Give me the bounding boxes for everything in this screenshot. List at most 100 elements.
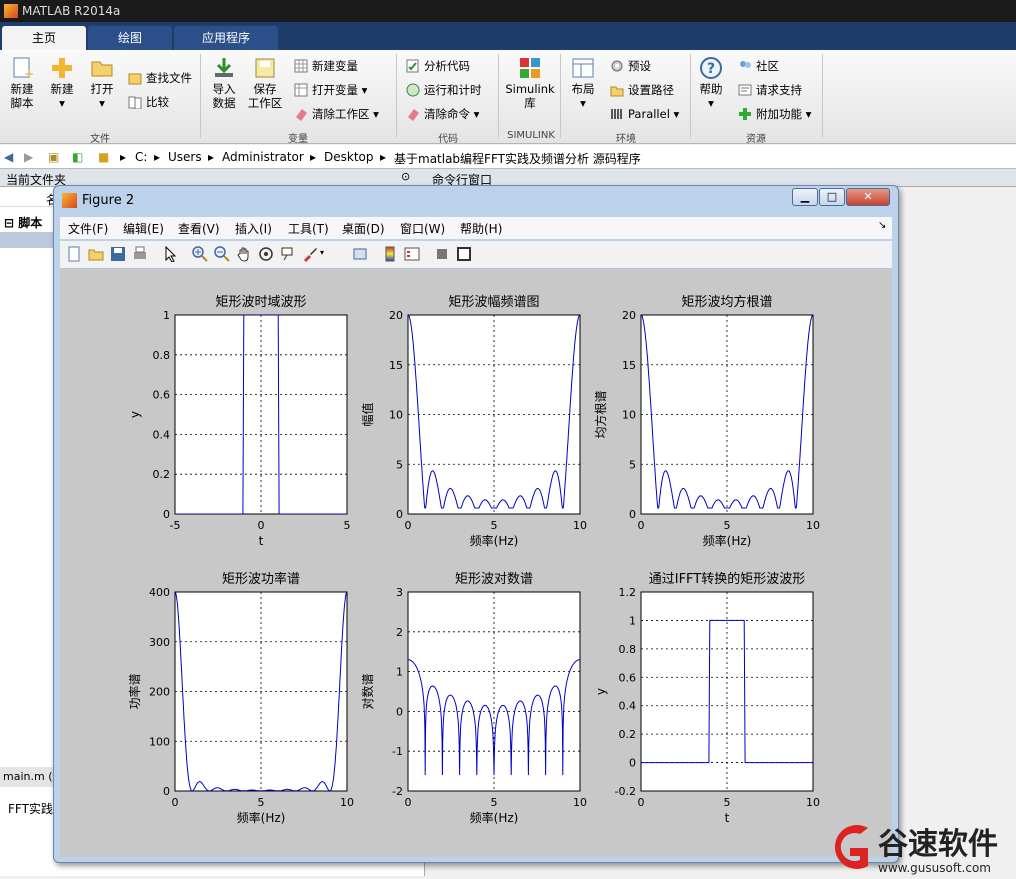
add-ons-label: 附加功能 [756,107,802,121]
subplot-title: 矩形波幅频谱图 [448,295,539,310]
open-label: 打开 [90,82,114,96]
menu-help[interactable]: 帮助(H) [460,220,502,237]
panel-menu-icon[interactable]: ⊙ [401,170,410,183]
close-button[interactable]: ✕ [846,188,890,206]
open-variable-label: 打开变量 [312,83,358,97]
browse-icon[interactable]: ◧ [72,150,83,164]
import-data-button[interactable]: 导入 数据 [206,56,242,110]
parallel-button[interactable]: Parallel ▾ [610,106,679,122]
forward-arrow-icon[interactable]: ▶ [24,150,33,164]
zoom-out-icon[interactable] [214,246,230,262]
y-tick-label: 3 [396,586,403,599]
gususoft-logo-icon: 谷速软件 www.gususoft.com [834,825,998,875]
subplot-title: 通过IFFT转换的矩形波波形 [649,571,806,587]
layout-button[interactable]: 布局 ▾ [566,56,600,110]
ribbon: + 新建 脚本 新建 ▾ 打开 ▾ 查找文件 比较 导入 数据 保存 工作区 新建变量… [0,50,1016,145]
analyze-code-button[interactable]: 分析代码 [406,58,470,74]
new-button[interactable]: 新建 ▾ [46,56,78,110]
compare-button[interactable]: 比较 [128,94,169,110]
pan-hand-icon[interactable] [236,246,252,262]
y-axis-label: y [128,411,142,418]
gear-icon [611,60,623,72]
simulink-library-button[interactable]: Simulink 库 [504,56,556,110]
data-cursor-icon[interactable] [280,246,296,262]
menu-desktop[interactable]: 桌面(D) [342,220,385,237]
axes-box [640,591,814,792]
hide-tools-icon[interactable] [434,246,450,262]
legend-icon[interactable] [404,246,420,262]
figure-toolbar: ▾ [60,241,892,269]
clear-commands-button[interactable]: 清除命令 ▾ [406,106,479,122]
editor-tab[interactable]: main.m ( [0,767,60,787]
back-arrow-icon[interactable]: ◀ [4,150,13,164]
selected-file-row[interactable] [0,232,60,248]
clear-workspace-label: 清除工作区 [312,107,370,121]
figure-window: Figure 2 ▁ □ ✕ 文件(F) 编辑(E) 查看(V) 插入(I) 工… [53,185,899,863]
rotate-3d-icon[interactable] [258,246,274,262]
maximize-button[interactable]: □ [819,188,845,206]
set-path-button[interactable]: 设置路径 [610,82,674,98]
find-files-button[interactable]: 查找文件 [128,70,192,86]
import-label: 导入 数据 [212,82,236,110]
open-file-icon[interactable] [88,246,104,262]
pointer-icon[interactable] [162,246,178,262]
tab-home[interactable]: 主页 [2,26,86,50]
add-ons-button[interactable]: 附加功能 ▾ [738,106,811,122]
community-icon [740,61,751,68]
breadcrumb-item[interactable]: Desktop [324,150,374,164]
up-folder-icon[interactable]: ▣ [48,150,59,164]
new-script-button[interactable]: + 新建 脚本 [4,56,40,110]
menu-window[interactable]: 窗口(W) [400,220,445,237]
run-time-label: 运行和计时 [424,83,482,97]
community-button[interactable]: 社区 [738,58,779,74]
menu-insert[interactable]: 插入(I) [235,220,272,237]
y-tick-label: 1 [163,309,170,322]
brush-icon[interactable] [302,246,318,262]
request-support-button[interactable]: 请求支持 [738,82,802,98]
new-variable-button[interactable]: 新建变量 [294,58,358,74]
breadcrumb-item[interactable]: Administrator [222,150,304,164]
x-tick-label: 10 [573,796,587,809]
open-button[interactable]: 打开 ▾ [86,56,118,110]
x-tick-label: 0 [405,519,412,532]
tab-apps[interactable]: 应用程序 [174,26,278,50]
y-tick-label: 400 [149,586,170,599]
simulink-icon [520,58,540,78]
preferences-button[interactable]: 预设 [610,58,651,74]
eraser-icon [296,109,307,121]
show-tools-icon[interactable] [456,246,472,262]
subplot-2: 0 5 10 0 5 10 15 20 矩形波幅频谱图频率(Hz) 幅值 [360,295,587,548]
open-variable-button[interactable]: 打开变量 ▾ [294,82,367,98]
dock-arrow-icon[interactable]: ↘ [878,220,886,231]
simulink-label: Simulink 库 [505,82,555,110]
save-icon[interactable] [110,246,126,262]
menu-view[interactable]: 查看(V) [178,220,220,237]
help-button[interactable]: ? 帮助 ▾ [696,56,726,110]
colorbar-icon[interactable] [382,246,398,262]
link-plot-icon[interactable] [352,246,368,262]
address-bar[interactable]: ◀ ▶ ▣ ◧ ■ ▸ C: ▸ Users ▸ Administrator ▸… [0,145,1016,169]
run-time-button[interactable]: 运行和计时 [406,82,482,98]
x-tick-label: 10 [806,796,820,809]
group-label-environment: 环境 [616,134,636,145]
tab-plots[interactable]: 绘图 [88,26,172,50]
breadcrumb-separator: ▸ [208,150,215,164]
breadcrumb-item[interactable]: 基于matlab编程FFT实践及频谱分析 源码程序 [394,150,641,167]
subplot-title: 矩形波对数谱 [455,572,533,587]
chevron-down-icon[interactable]: ▾ [320,248,324,257]
menu-tools[interactable]: 工具(T) [288,220,329,237]
menu-file[interactable]: 文件(F) [68,220,108,237]
new-figure-icon[interactable] [66,246,82,262]
breadcrumb-item[interactable]: C: [135,150,147,164]
menu-edit[interactable]: 编辑(E) [123,220,164,237]
plus-icon [52,58,72,78]
subplot-title: 矩形波时域波形 [215,295,306,310]
minimize-button[interactable]: ▁ [792,188,818,206]
breadcrumb-item[interactable]: Users [168,150,202,164]
ribbon-divider [396,54,397,138]
zoom-in-icon[interactable] [192,246,208,262]
matlab-logo-icon [4,4,18,18]
print-icon[interactable] [132,246,148,262]
clear-workspace-button[interactable]: 清除工作区 ▾ [294,106,379,122]
save-workspace-button[interactable]: 保存 工作区 [246,56,284,110]
